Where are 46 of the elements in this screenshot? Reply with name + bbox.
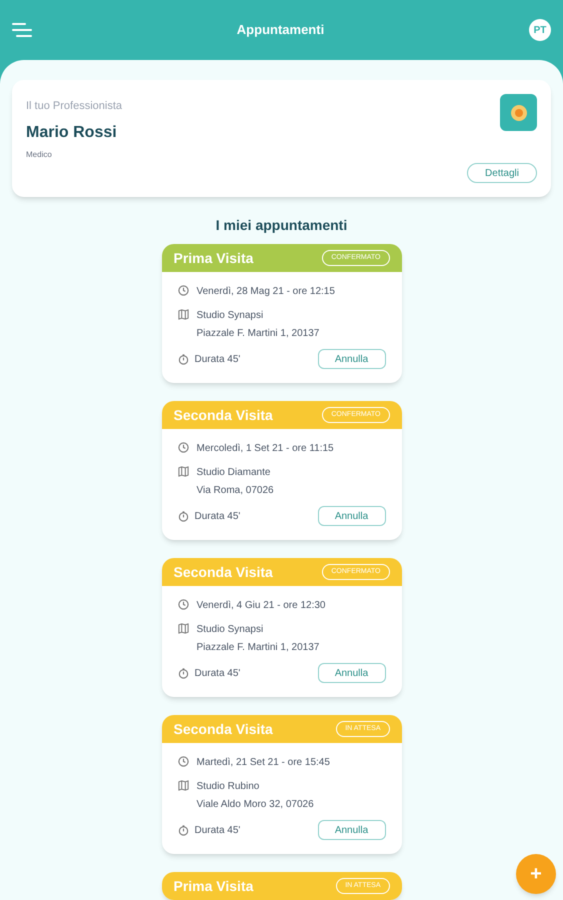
card-label: Il tuo Professionista (26, 99, 122, 114)
cancel-button[interactable]: Annulla (318, 820, 386, 840)
appointment-date: Venerdì, 28 Mag 21 - ore 12:15 (196, 285, 335, 299)
map-icon (178, 780, 188, 791)
medical-badge-icon (500, 94, 537, 131)
studio-address: Viale Aldo Moro 32, 07026 (196, 798, 314, 812)
studio-address: Piazzale F. Martini 1, 20137 (196, 327, 320, 341)
cancel-button[interactable]: Annulla (318, 349, 386, 369)
studio-address: Via Roma, 07026 (196, 484, 274, 498)
timer-icon (178, 510, 188, 522)
user-avatar[interactable]: PT (528, 19, 551, 41)
map-icon (178, 466, 188, 477)
visit-title: Prima Visita (174, 248, 254, 268)
studio-address: Piazzale F. Martini 1, 20137 (196, 641, 320, 655)
cancel-button[interactable]: Annulla (318, 506, 386, 526)
map-icon (178, 309, 188, 320)
professional-name: Mario Rossi (26, 122, 118, 142)
visit-title: Prima Visita (174, 876, 254, 896)
appointment-date: Martedì, 21 Set 21 - ore 15:45 (196, 756, 330, 770)
duration-text: Durata 45' (194, 510, 240, 524)
visit-title: Seconda Visita (174, 562, 273, 582)
duration-text: Durata 45' (194, 352, 240, 366)
appointment-date: Mercoledì, 1 Set 21 - ore 11:15 (196, 442, 334, 456)
details-button[interactable]: Dettagli (467, 163, 537, 183)
duration-text: Durata 45' (194, 824, 240, 838)
clock-icon (178, 285, 188, 296)
studio-name: Studio Synapsi (196, 623, 264, 637)
studio-name: Studio Synapsi (196, 309, 264, 323)
map-icon (178, 623, 188, 634)
menu-icon[interactable] (12, 22, 32, 38)
timer-icon (178, 668, 188, 678)
section-title: I miei appuntamenti (216, 216, 348, 235)
professional-role: Medico (26, 148, 53, 160)
timer-icon (178, 824, 188, 836)
cancel-button[interactable]: Annulla (318, 663, 386, 683)
appointment-date: Venerdì, 4 Giu 21 - ore 12:30 (196, 599, 326, 613)
clock-icon (178, 442, 188, 453)
visit-title: Seconda Visita (174, 720, 273, 738)
clock-icon (178, 756, 188, 767)
visit-title: Seconda Visita (174, 406, 273, 424)
studio-name: Studio Diamante (196, 466, 272, 480)
clock-icon (178, 599, 188, 610)
timer-icon (178, 354, 188, 364)
page-title: Appuntamenti (236, 21, 324, 40)
duration-text: Durata 45' (194, 666, 240, 680)
studio-name: Studio Rubino (196, 780, 260, 794)
